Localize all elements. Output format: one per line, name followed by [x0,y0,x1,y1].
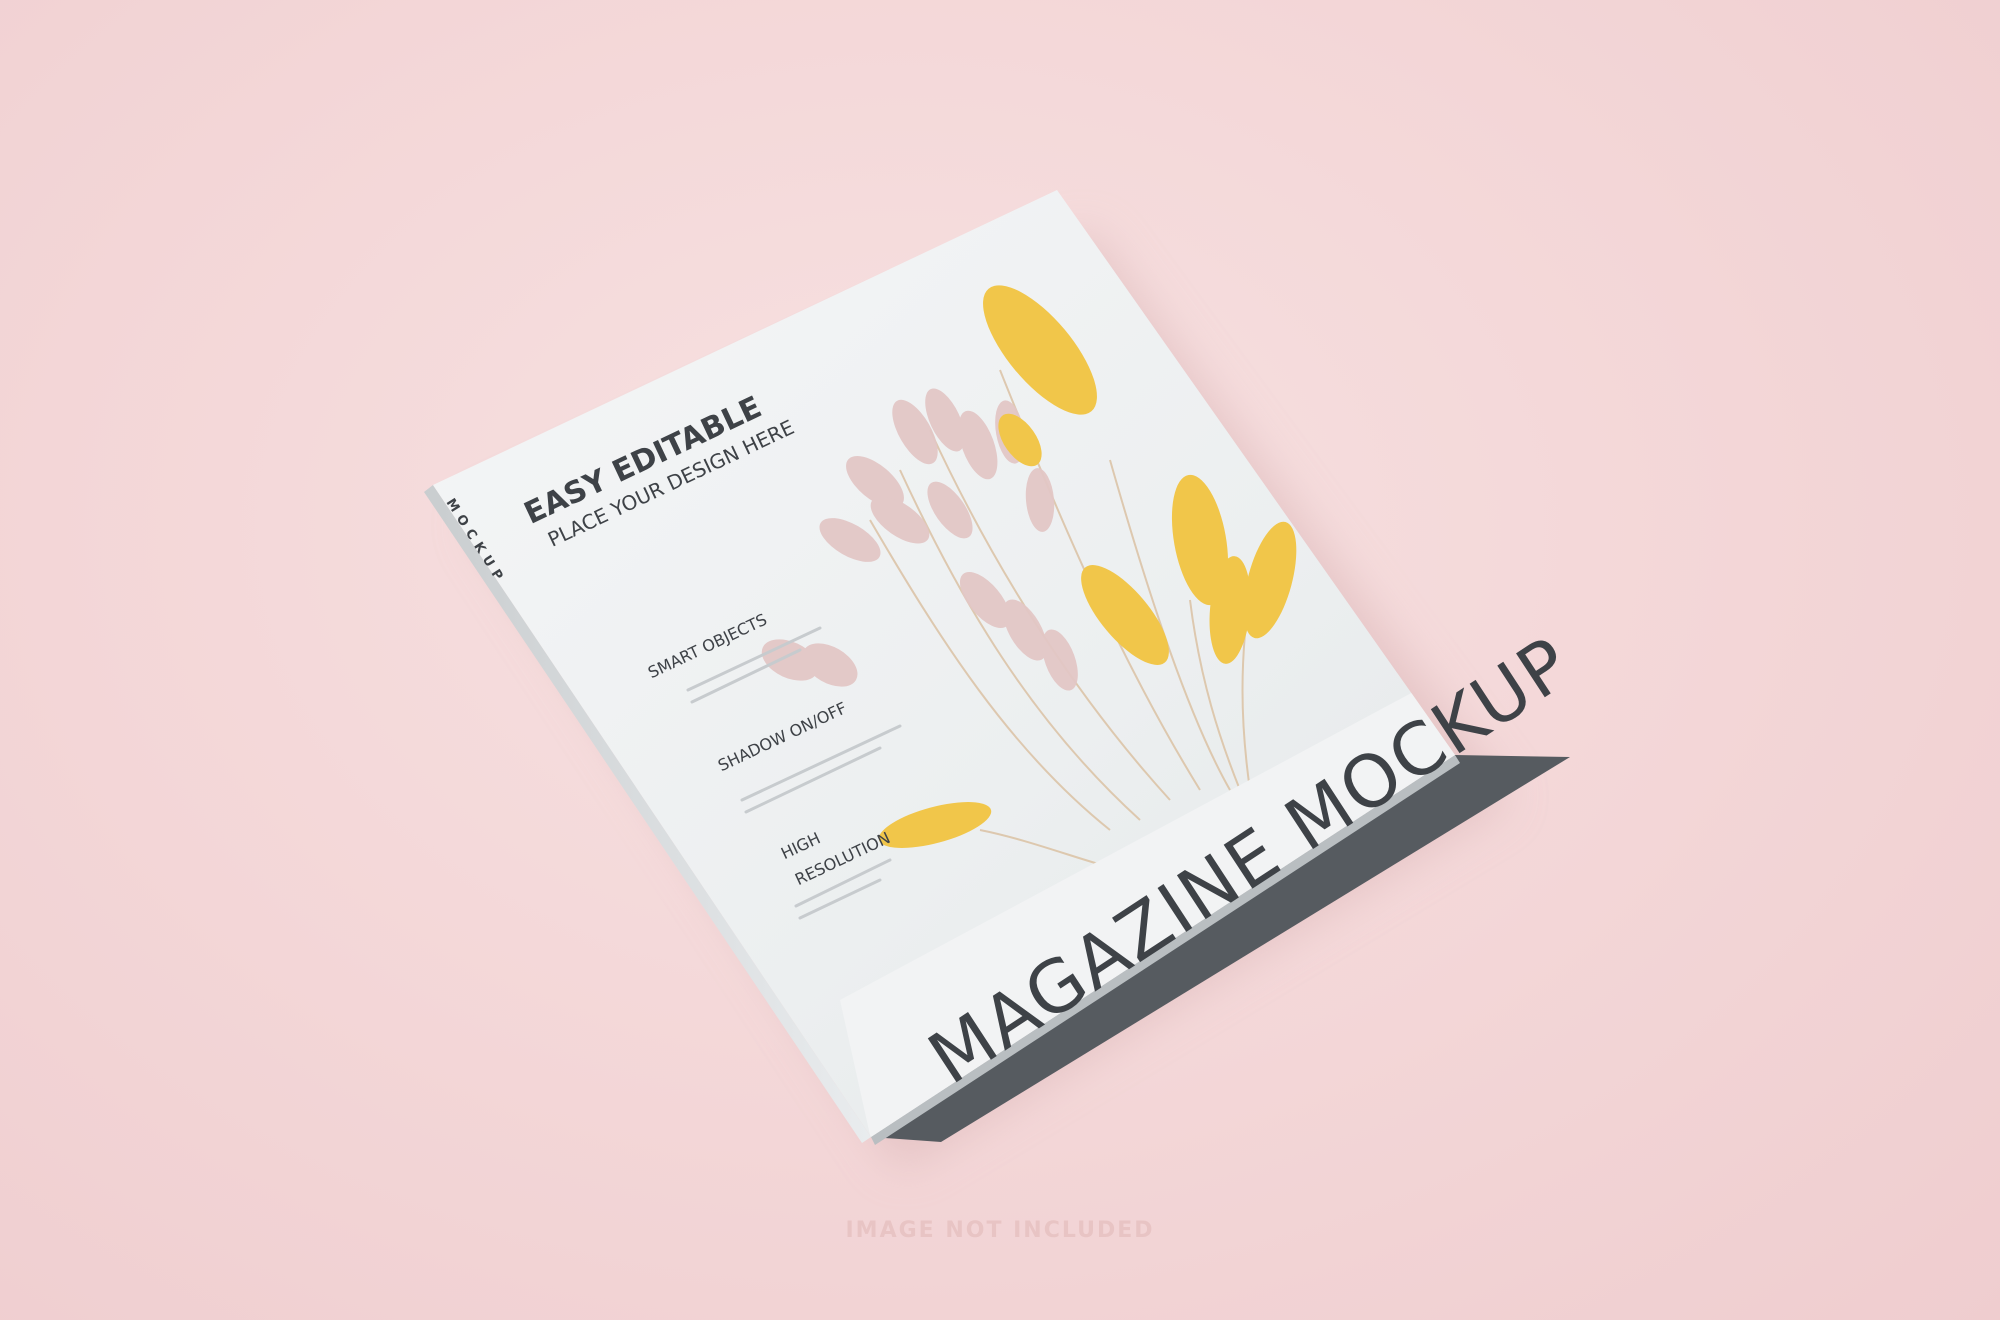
magazine-scene: MOCKUP [424,190,1570,1170]
image-not-included-note: IMAGE NOT INCLUDED [845,1218,1155,1243]
